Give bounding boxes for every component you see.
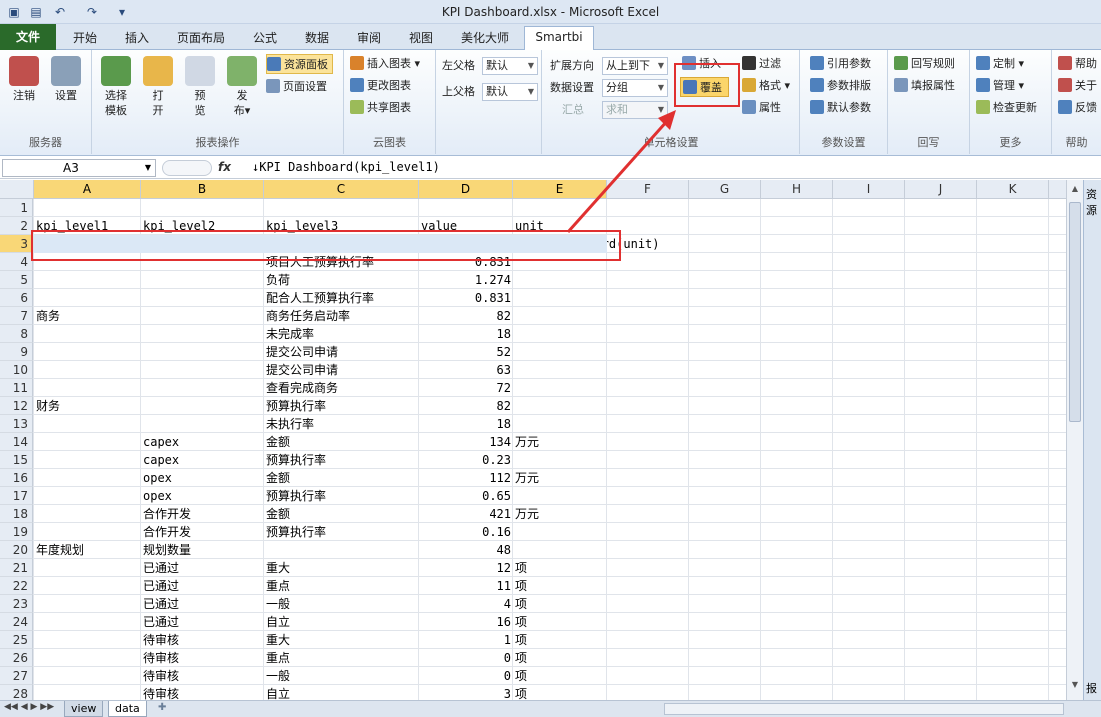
scroll-thumb[interactable] — [1069, 202, 1081, 422]
annotation-arrow — [566, 110, 676, 233]
scroll-up-icon[interactable]: ▲ — [1069, 184, 1081, 198]
sheet-nav-icons[interactable]: ◀◀ ◀ ▶ ▶▶ — [4, 702, 54, 712]
sheet-tab-bar: ◀◀ ◀ ▶ ▶▶ view data ✚ — [0, 700, 1101, 717]
scroll-down-icon[interactable]: ▼ — [1069, 680, 1081, 694]
resource-task-pane[interactable]: 资源 报 — [1083, 180, 1101, 700]
new-sheet-icon[interactable]: ✚ — [158, 702, 166, 713]
vertical-scrollbar[interactable]: ▲ ▼ — [1066, 180, 1083, 700]
task-pane-bottom: 报 — [1086, 682, 1097, 695]
sheet-tab-view[interactable]: view — [64, 701, 104, 717]
task-pane-title: 资源 — [1086, 188, 1097, 217]
sheet-tab-data[interactable]: data — [108, 701, 147, 717]
horizontal-scrollbar[interactable] — [664, 703, 1064, 715]
